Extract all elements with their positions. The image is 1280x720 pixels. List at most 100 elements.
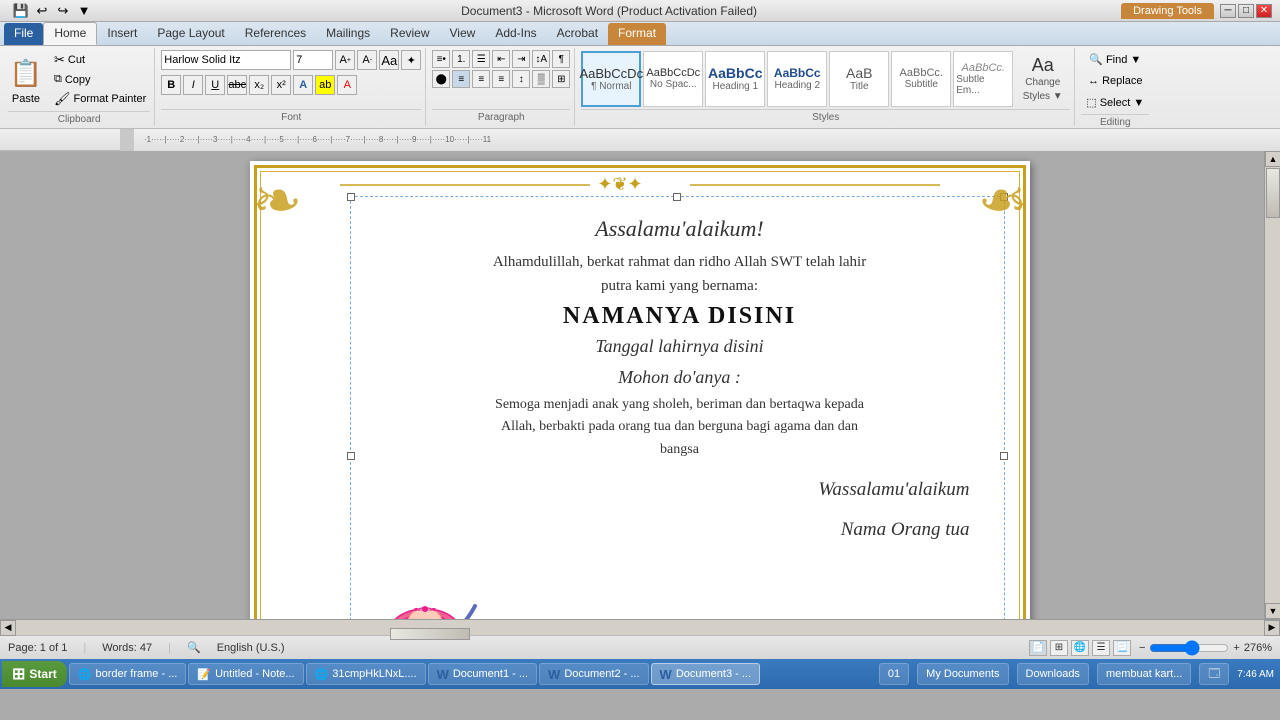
taskbar-border-frame[interactable]: 🌐border frame - ... (69, 663, 187, 685)
date-text: Tanggal lahirnya disini (595, 336, 763, 357)
window-controls[interactable]: ─ □ ✕ (1220, 4, 1272, 18)
taskbar-browser[interactable]: 🌐31cmpHkLNxL.... (306, 663, 426, 685)
clear-formatting-button[interactable]: ✦ (401, 50, 421, 70)
paste-button[interactable]: 📋 Paste (8, 55, 44, 105)
increase-indent-button[interactable]: ⇥ (512, 50, 530, 68)
sort-button[interactable]: ↕A (532, 50, 550, 68)
change-styles-button[interactable]: Aa Change Styles ▼ (1015, 56, 1070, 102)
style-subtitle[interactable]: AaBbCc. Subtitle (891, 51, 951, 107)
align-left-button[interactable]: ⬤ (432, 70, 450, 88)
word-count: Words: 47 (102, 642, 152, 654)
bold-button[interactable]: B (161, 75, 181, 95)
style-heading1[interactable]: AaBbCc Heading 1 (705, 51, 765, 107)
tab-acrobat[interactable]: Acrobat (547, 23, 608, 45)
taskbar-membuat-kart[interactable]: membuat kart... (1097, 663, 1191, 685)
tab-pagelayout[interactable]: Page Layout (147, 23, 234, 45)
horizontal-scrollbar[interactable]: ◀ ▶ (0, 619, 1280, 635)
style-title[interactable]: AaB Title (829, 51, 889, 107)
grow-font-button[interactable]: A+ (335, 50, 355, 70)
taskbar-downloads[interactable]: Downloads (1017, 663, 1089, 685)
scroll-thumb[interactable] (1266, 168, 1280, 218)
font-size-input[interactable] (293, 50, 333, 70)
tab-mailings[interactable]: Mailings (316, 23, 380, 45)
zoom-minus[interactable]: − (1139, 642, 1145, 654)
zoom-slider[interactable] (1149, 643, 1229, 653)
change-case-button[interactable]: Aa (379, 50, 399, 70)
style-normal[interactable]: AaBbCcDc ¶ Normal (581, 51, 641, 107)
save-button[interactable]: 💾 (12, 2, 30, 20)
format-painter-button[interactable]: 🖌 Format Painter (50, 89, 150, 109)
taskbar-doc1[interactable]: WDocument1 - ... (428, 663, 537, 685)
taskbar-notepad[interactable]: 📝Untitled - Note... (188, 663, 303, 685)
tab-view[interactable]: View (440, 23, 486, 45)
start-button[interactable]: ⊞ Start (2, 661, 67, 687)
underline-button[interactable]: U (205, 75, 225, 95)
redo-button[interactable]: ↪ (54, 2, 72, 20)
zoom-plus[interactable]: + (1233, 642, 1239, 654)
taskbar-01[interactable]: 01 (879, 663, 909, 685)
strikethrough-button[interactable]: abc (227, 75, 247, 95)
decrease-indent-button[interactable]: ⇤ (492, 50, 510, 68)
downloads-label: Downloads (1026, 668, 1080, 680)
word-page: ❧ ❧ ❧ ❧ ✦❦✦ (250, 161, 1030, 619)
numbering-button[interactable]: 1. (452, 50, 470, 68)
view-outline-button[interactable]: ☰ (1092, 640, 1110, 656)
view-fullscreen-button[interactable]: ⊞ (1050, 640, 1068, 656)
body-line2: putra kami yang bernama: (601, 278, 758, 295)
scroll-up-button[interactable]: ▲ (1265, 151, 1280, 167)
taskbar-doc2[interactable]: WDocument2 - ... (539, 663, 648, 685)
copy-button[interactable]: ⧉ Copy (50, 71, 150, 88)
scroll-down-button[interactable]: ▼ (1265, 603, 1280, 619)
maximize-button[interactable]: □ (1238, 4, 1254, 18)
hscroll-right-button[interactable]: ▶ (1264, 620, 1280, 636)
style-heading2[interactable]: AaBbCc Heading 2 (767, 51, 827, 107)
tab-file[interactable]: File (4, 23, 43, 45)
taskbar-my-documents[interactable]: My Documents (917, 663, 1008, 685)
nama-ortu-text: Nama Orang tua (841, 519, 990, 541)
select-button[interactable]: ⬚ Select ▼ (1081, 93, 1149, 112)
text-effects-button[interactable]: A (293, 75, 313, 95)
undo-button[interactable]: ↩ (33, 2, 51, 20)
font-color-button[interactable]: A (337, 75, 357, 95)
line-spacing-button[interactable]: ↕ (512, 70, 530, 88)
hscroll-left-button[interactable]: ◀ (0, 620, 16, 636)
italic-button[interactable]: I (183, 75, 203, 95)
tab-references[interactable]: References (235, 23, 316, 45)
style-no-spacing[interactable]: AaBbCcDc No Spac... (643, 51, 703, 107)
multilevel-button[interactable]: ☰ (472, 50, 490, 68)
tab-insert[interactable]: Insert (97, 23, 147, 45)
close-button[interactable]: ✕ (1256, 4, 1272, 18)
bullets-button[interactable]: ≡• (432, 50, 450, 68)
minimize-button[interactable]: ─ (1220, 4, 1236, 18)
tab-review[interactable]: Review (380, 23, 439, 45)
clock-time: 7:46 AM (1237, 668, 1274, 681)
view-web-button[interactable]: 🌐 (1071, 640, 1089, 656)
tab-home[interactable]: Home (43, 22, 97, 45)
find-button[interactable]: 🔍 Find ▼ (1084, 50, 1146, 69)
superscript-button[interactable]: x² (271, 75, 291, 95)
tab-addins[interactable]: Add-Ins (485, 23, 546, 45)
style-subtle-em[interactable]: AaBbCc. Subtle Em... (953, 51, 1013, 107)
subscript-button[interactable]: x₂ (249, 75, 269, 95)
vertical-scrollbar[interactable]: ▲ ▼ (1264, 151, 1280, 619)
show-formatting-button[interactable]: ¶ (552, 50, 570, 68)
align-right-button[interactable]: ≡ (472, 70, 490, 88)
customize-button[interactable]: ▼ (75, 2, 93, 20)
highlight-button[interactable]: ab (315, 75, 335, 95)
justify-button[interactable]: ≡ (492, 70, 510, 88)
hscroll-thumb[interactable] (390, 628, 470, 640)
replace-button[interactable]: ↔ Replace (1083, 72, 1147, 90)
font-name-input[interactable] (161, 50, 291, 70)
tab-format[interactable]: Format (608, 23, 666, 45)
view-print-button[interactable]: 📄 (1029, 640, 1047, 656)
quick-access-toolbar[interactable]: 💾 ↩ ↪ ▼ (8, 0, 97, 22)
view-draft-button[interactable]: 📃 (1113, 640, 1131, 656)
align-center-button[interactable]: ≡ (452, 70, 470, 88)
shading-button[interactable]: ▒ (532, 70, 550, 88)
taskbar-doc3[interactable]: WDocument3 - ... (651, 663, 760, 685)
borders-button[interactable]: ⊞ (552, 70, 570, 88)
cut-button[interactable]: ✂ Cut (50, 50, 150, 70)
shrink-font-button[interactable]: A- (357, 50, 377, 70)
taskbar-extra[interactable]: 🗔 (1199, 663, 1229, 685)
status-bar: Page: 1 of 1 | Words: 47 | 🔍 English (U.… (0, 635, 1280, 659)
